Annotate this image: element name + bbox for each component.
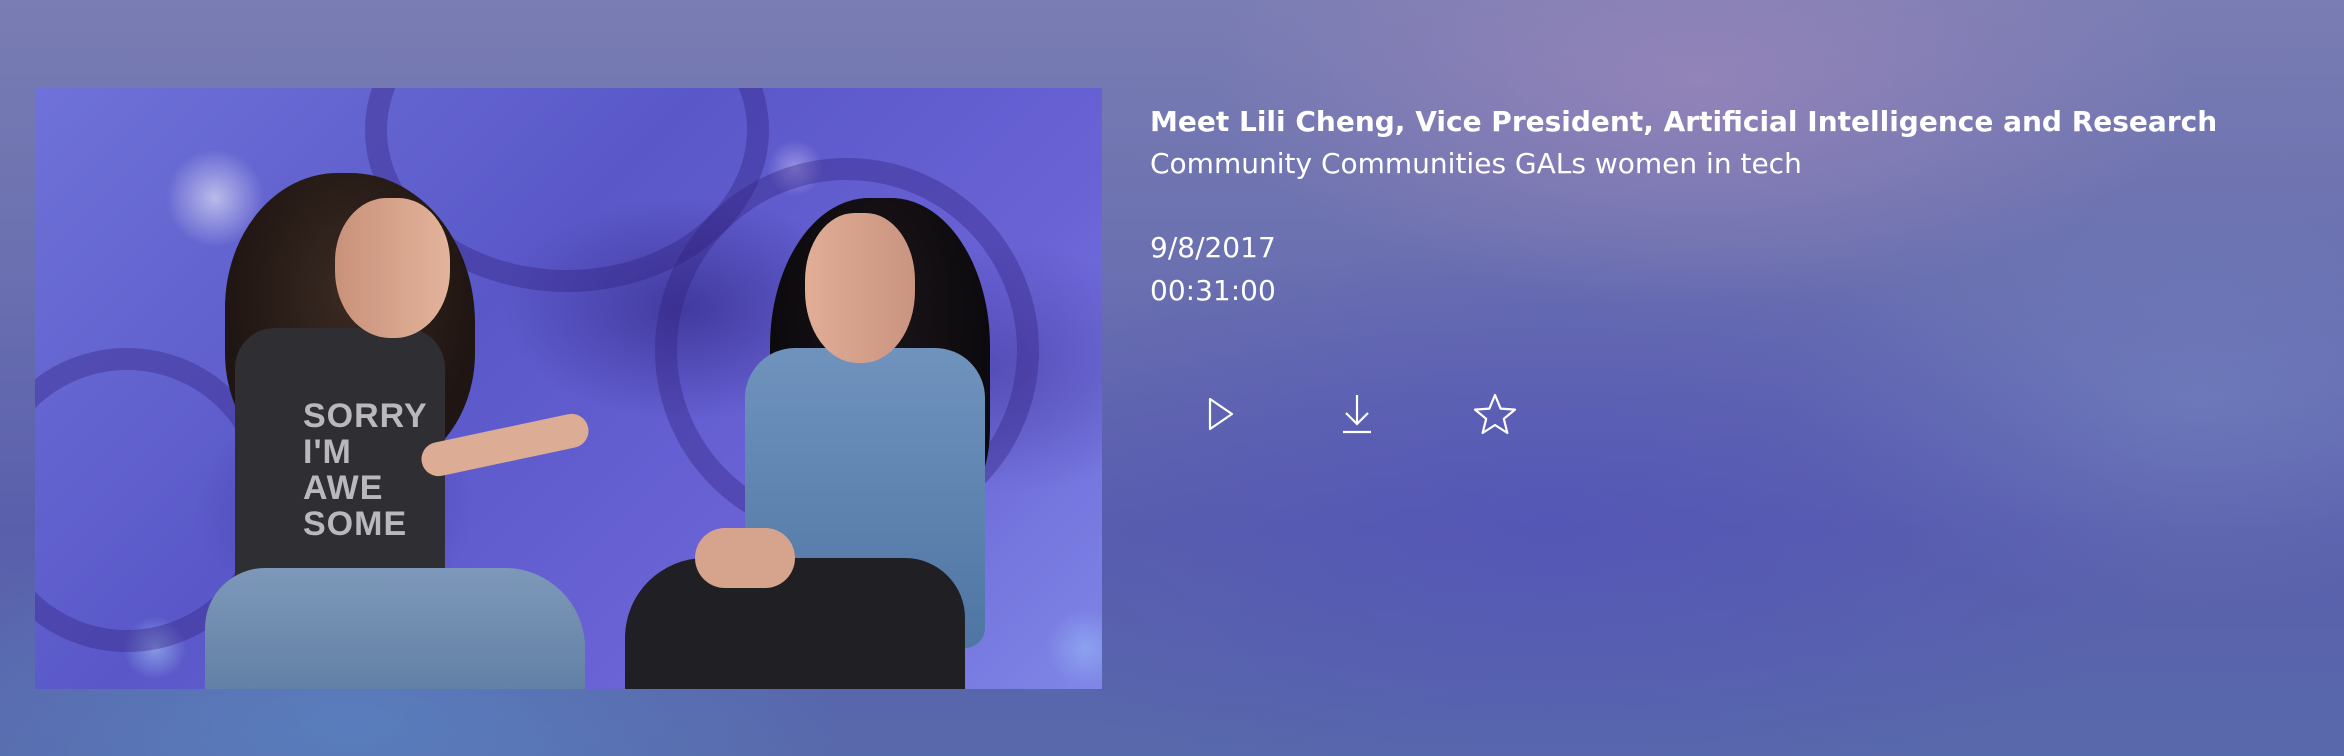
video-meta: 9/8/2017 00:31:00 bbox=[1150, 226, 2300, 312]
video-tags: Community Communities GALs women in tech bbox=[1150, 147, 1802, 180]
video-title: Meet Lili Cheng, Vice President, Artific… bbox=[1150, 105, 2218, 138]
action-bar bbox=[1190, 385, 1604, 443]
favorite-button[interactable] bbox=[1466, 385, 1524, 443]
video-details: Meet Lili Cheng, Vice President, Artific… bbox=[1150, 100, 2300, 312]
play-button[interactable] bbox=[1190, 385, 1248, 443]
download-icon bbox=[1343, 395, 1371, 434]
download-button[interactable] bbox=[1328, 385, 1386, 443]
star-icon bbox=[1473, 393, 1517, 435]
video-duration: 00:31:00 bbox=[1150, 274, 1276, 307]
play-icon bbox=[1208, 397, 1234, 431]
video-date: 9/8/2017 bbox=[1150, 231, 1276, 264]
shirt-text: SORRY I'M AWE SOME bbox=[303, 397, 428, 543]
video-thumbnail[interactable]: SORRY I'M AWE SOME bbox=[35, 88, 1102, 689]
